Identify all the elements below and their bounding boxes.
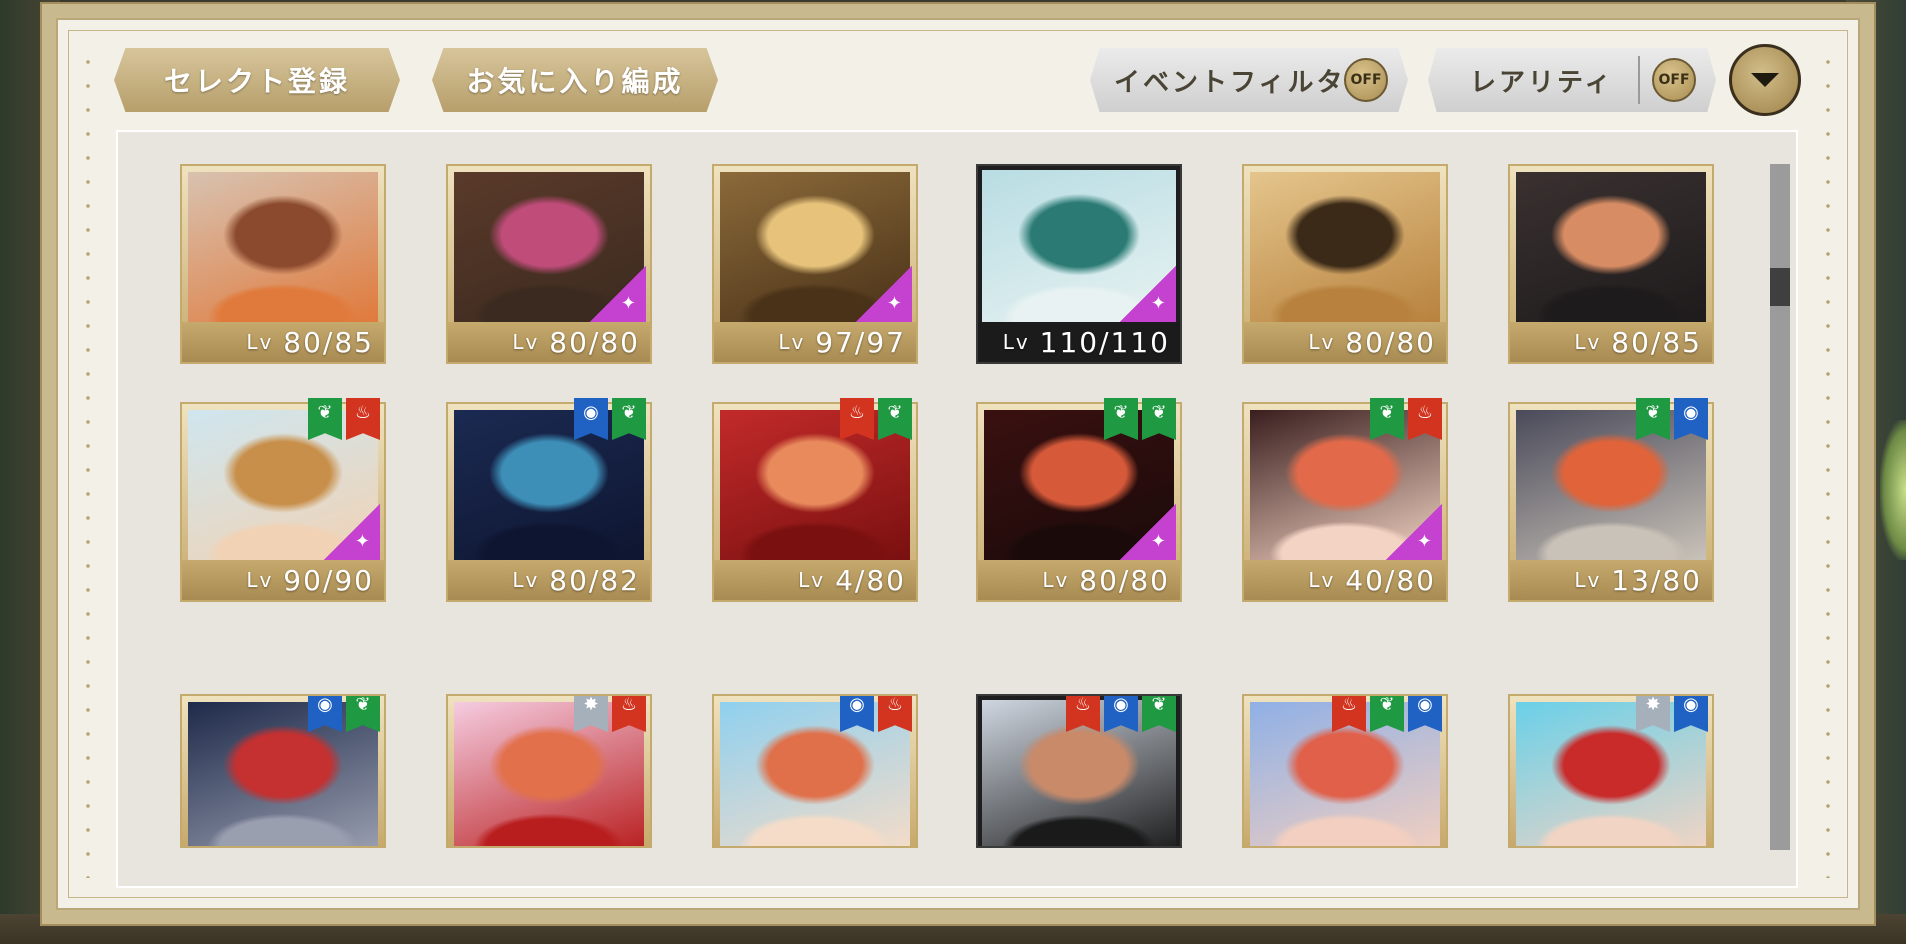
character-card[interactable]: Lv 80/85 (1508, 164, 1714, 364)
character-card[interactable]: ✦ ❦ ♨ Lv 40/80 (1242, 398, 1448, 602)
character-card[interactable]: ✦ Lv 97/97 (712, 164, 918, 364)
level-value: 80/80 (1345, 325, 1436, 359)
level-prefix: Lv (1308, 568, 1336, 592)
level-prefix: Lv (512, 568, 540, 592)
level-label: Lv 80/80 (1244, 322, 1446, 362)
level-label: Lv 4/80 (714, 560, 916, 600)
sort-dropdown-button[interactable] (1729, 44, 1801, 116)
rarity-filter-state: OFF (1658, 72, 1690, 88)
character-card[interactable]: Lv 80/85 (180, 164, 386, 364)
level-prefix: Lv (1308, 330, 1336, 354)
character-card[interactable]: ◉ ♨ (712, 694, 918, 848)
character-card[interactable]: ✸ ◉ (1508, 694, 1714, 848)
character-portrait (1516, 172, 1706, 322)
event-filter-toggle[interactable]: OFF (1344, 58, 1388, 102)
sparkle-icon: ✦ (1118, 504, 1176, 562)
rarity-filter-toggle[interactable]: OFF (1652, 58, 1696, 102)
level-label: Lv 13/80 (1510, 560, 1712, 600)
level-value: 40/80 (1345, 563, 1436, 597)
character-card[interactable]: ✸ ♨ (446, 694, 652, 848)
sparkle-icon: ✦ (1118, 266, 1176, 324)
level-value: 13/80 (1611, 563, 1702, 597)
level-prefix: Lv (1042, 568, 1070, 592)
level-prefix: Lv (246, 330, 274, 354)
level-label: Lv 80/82 (448, 560, 650, 600)
level-value: 4/80 (835, 563, 906, 597)
sparkle-icon: ✦ (322, 504, 380, 562)
character-card[interactable]: ◉ ❦ Lv 80/82 (446, 398, 652, 602)
level-prefix: Lv (1002, 330, 1030, 354)
character-card[interactable]: ❦ ◉ Lv 13/80 (1508, 398, 1714, 602)
level-prefix: Lv (1574, 568, 1602, 592)
sparkle-icon: ✦ (1384, 504, 1442, 562)
level-prefix: Lv (778, 330, 806, 354)
level-prefix: Lv (246, 568, 274, 592)
rarity-filter-label: レアリティ (1470, 67, 1614, 98)
card-grid-scroll-thumb[interactable] (1770, 268, 1790, 306)
level-label: Lv 97/97 (714, 322, 916, 362)
rarity-separator (1638, 56, 1640, 104)
level-label: Lv 80/85 (1510, 322, 1712, 362)
character-portrait (188, 172, 378, 322)
character-card[interactable]: ◉ ❦ (180, 694, 386, 848)
level-value: 110/110 (1039, 325, 1170, 359)
card-grid-scrollbar[interactable] (1770, 164, 1790, 850)
panel-dots-left (86, 50, 90, 878)
character-card[interactable]: ✦ ❦ ♨ Lv 90/90 (180, 398, 386, 602)
level-value: 80/80 (1079, 563, 1170, 597)
level-value: 97/97 (815, 325, 906, 359)
character-card[interactable]: ✦ Lv 110/110 (976, 164, 1182, 364)
sparkle-icon: ✦ (588, 266, 646, 324)
chevron-down-icon (1751, 73, 1779, 87)
character-card[interactable]: ♨ ❦ ◉ (1242, 694, 1448, 848)
character-card[interactable]: ♨ ❦ Lv 4/80 (712, 398, 918, 602)
level-value: 80/82 (549, 563, 640, 597)
level-value: 80/85 (283, 325, 374, 359)
level-value: 80/85 (1611, 325, 1702, 359)
level-label: Lv 80/80 (978, 560, 1180, 600)
character-card[interactable]: Lv 80/80 (1242, 164, 1448, 364)
character-portrait (1250, 172, 1440, 322)
level-value: 80/80 (549, 325, 640, 359)
character-card[interactable]: ✦ ❦ ❦ Lv 80/80 (976, 398, 1182, 602)
level-label: Lv 80/85 (182, 322, 384, 362)
level-label: Lv 90/90 (182, 560, 384, 600)
level-value: 90/90 (283, 563, 374, 597)
panel-dots-right (1826, 50, 1830, 878)
favorite-formation-button[interactable]: お気に入り編成 (432, 48, 718, 112)
level-prefix: Lv (798, 568, 826, 592)
character-card[interactable]: ♨ ◉ ❦ (976, 694, 1182, 848)
character-card[interactable]: ✦ Lv 80/80 (446, 164, 652, 364)
level-label: Lv 110/110 (978, 322, 1180, 362)
select-register-button[interactable]: セレクト登録 (114, 48, 400, 112)
level-prefix: Lv (512, 330, 540, 354)
level-label: Lv 40/80 (1244, 560, 1446, 600)
select-register-label: セレクト登録 (163, 65, 350, 98)
level-prefix: Lv (1574, 330, 1602, 354)
background-lamp (1880, 420, 1906, 560)
sparkle-icon: ✦ (854, 266, 912, 324)
favorite-formation-label: お気に入り編成 (466, 65, 684, 98)
level-label: Lv 80/80 (448, 322, 650, 362)
event-filter-state: OFF (1350, 72, 1382, 88)
event-filter-label: イベントフィルタ (1114, 67, 1346, 98)
